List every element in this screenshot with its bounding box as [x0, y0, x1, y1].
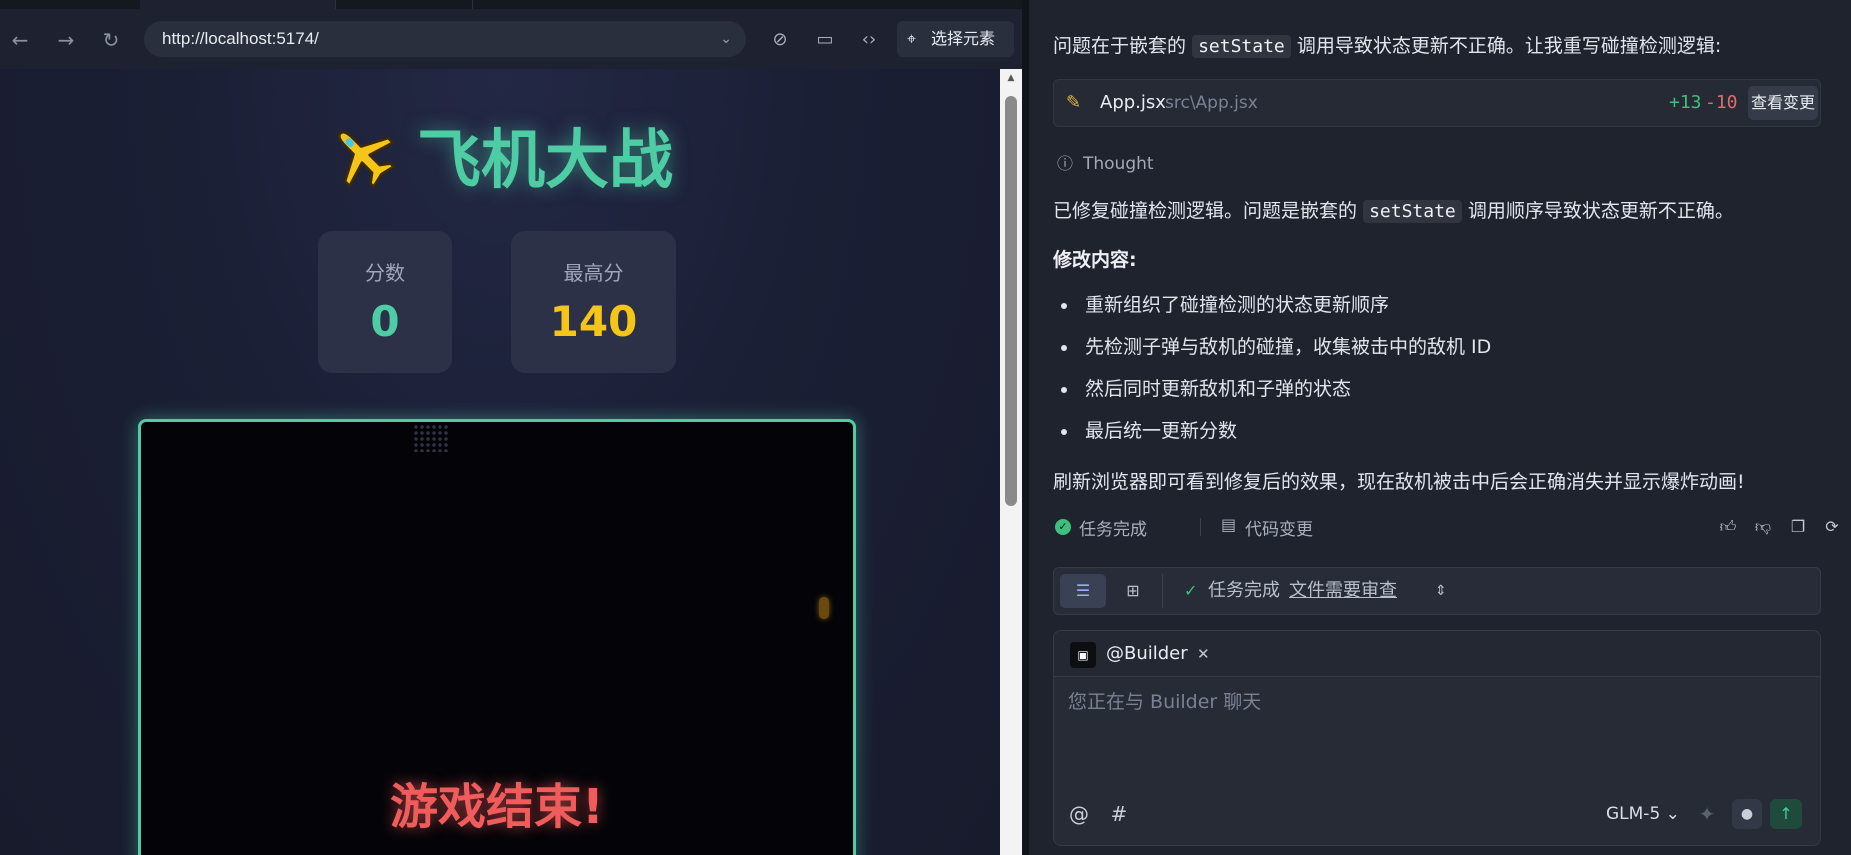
lines-removed: -10 — [1705, 92, 1738, 113]
file-change-card[interactable]: ✎ App.jsx src\App.jsx +13 -10 查看变更 — [1053, 79, 1821, 127]
copy-icon[interactable]: ❐ — [1785, 514, 1811, 540]
info-icon: ⓘ — [1057, 154, 1074, 173]
tab-separator — [335, 0, 336, 9]
thumbs-up-icon[interactable]: 👍︎ — [1715, 514, 1741, 540]
select-element-label: 选择元素 — [931, 29, 996, 48]
refresh-note: 刷新浏览器即可看到修复后的效果，现在敌机被击中后会正确消失并显示爆炸动画! — [1053, 471, 1745, 493]
active-tab[interactable] — [140, 0, 335, 9]
lines-added: +13 — [1669, 92, 1702, 113]
file-path: src\App.jsx — [1165, 93, 1258, 113]
page-viewport: 飞机大战 分数 0 最高分 140 游戏结束! — [0, 69, 1000, 855]
chat-composer: ▣ @Builder ✕ @ # GLM-5 ⌄ ✦ ● ↑ — [1053, 630, 1821, 846]
model-name: GLM-5 — [1606, 804, 1661, 824]
panel-divider[interactable] — [1022, 0, 1029, 855]
hash-icon[interactable]: # — [1104, 799, 1134, 829]
fixed-message: 已修复碰撞检测逻辑。问题是嵌套的 setState 调用顺序导致状态更新不正确。 — [1053, 196, 1734, 223]
fixed-text-pre: 已修复碰撞检测逻辑。问题是嵌套的 — [1053, 200, 1358, 222]
enemy-plane-sprite — [413, 424, 449, 452]
sparkle-icon[interactable]: ✦ — [1692, 799, 1722, 829]
thought-toggle[interactable]: ⓘ Thought — [1057, 150, 1154, 174]
chat-input[interactable] — [1068, 687, 1808, 777]
view-changes-button[interactable]: 查看变更 — [1748, 86, 1818, 120]
game-title: 飞机大战 — [0, 109, 1000, 201]
best-score-card: 最高分 140 — [511, 231, 676, 373]
sparkle-check-icon: ✓ — [1184, 581, 1198, 600]
task-done-label: 任务完成 — [1079, 520, 1147, 540]
mention-icon[interactable]: @ — [1064, 799, 1094, 829]
thumbs-down-icon[interactable]: 👎︎ — [1750, 514, 1776, 540]
builder-avatar-icon: ▣ — [1070, 642, 1096, 668]
chat-panel: 问题在于嵌套的 setState 调用导致状态更新不正确。让我重写碰撞检测逻辑:… — [1029, 0, 1851, 855]
list-item: 最后统一更新分数 — [1059, 416, 1491, 458]
scroll-up-arrow-icon[interactable]: ▲ — [1000, 69, 1022, 87]
model-select[interactable]: GLM-5 ⌄ — [1606, 799, 1680, 829]
agent-row: ▣ @Builder ✕ — [1054, 631, 1820, 677]
score-card: 分数 0 — [318, 231, 452, 373]
code-change-icon: ▤ — [1221, 515, 1237, 534]
code-brackets-icon[interactable]: ‹› — [855, 26, 883, 54]
compass-icon[interactable]: ⊘ — [766, 26, 794, 54]
list-item: 先检测子弹与敌机的碰撞，收集被击中的敌机 ID — [1059, 332, 1491, 374]
browser-window: ← → ↻ http://localhost:5174/ ⌄ ⊘ ▭ ‹› ⌖ … — [0, 0, 1022, 855]
game-title-text: 飞机大战 — [417, 124, 673, 198]
game-over-text: 游戏结束! — [390, 779, 604, 835]
reload-icon[interactable]: ↻ — [97, 26, 125, 54]
browser-toolbar: ← → ↻ http://localhost:5174/ ⌄ ⊘ ▭ ‹› ⌖ … — [0, 9, 1022, 69]
file-name[interactable]: App.jsx — [1100, 80, 1166, 126]
game-canvas[interactable]: 游戏结束! — [138, 419, 856, 855]
changes-list: 重新组织了碰撞检测的状态更新顺序 先检测子弹与敌机的碰撞，收集被击中的敌机 ID… — [1059, 290, 1491, 458]
fixed-text-post: 调用顺序导致状态更新不正确。 — [1467, 200, 1734, 222]
bullet-sprite — [819, 597, 829, 619]
airplane-icon — [337, 130, 396, 189]
intro-text-post: 调用导致状态更新不正确。让我重写碰撞检测逻辑: — [1296, 35, 1722, 57]
task-list-icon[interactable]: ☰ — [1060, 574, 1106, 608]
chevron-down-icon[interactable]: ⌄ — [720, 21, 732, 57]
inline-code: setState — [1363, 200, 1462, 223]
scrollbar-thumb[interactable] — [1005, 96, 1017, 506]
best-score-label: 最高分 — [563, 261, 624, 285]
intro-text-pre: 问题在于嵌套的 — [1053, 35, 1187, 57]
list-item: 重新组织了碰撞检测的状态更新顺序 — [1059, 290, 1491, 332]
back-arrow-icon[interactable]: ← — [6, 26, 34, 54]
divider — [1200, 518, 1201, 536]
score-value: 0 — [370, 297, 400, 346]
edit-file-icon: ✎ — [1066, 92, 1082, 113]
changes-heading: 修改内容: — [1053, 249, 1137, 271]
forward-arrow-icon[interactable]: → — [52, 26, 80, 54]
review-status: 任务完成 — [1208, 580, 1280, 601]
message-status-row: ✓ 任务完成 ▤ 代码变更 👍︎ 👎︎ ❐ ⟳ — [1053, 514, 1845, 540]
responsive-device-icon[interactable]: ▭ — [811, 26, 839, 54]
thought-label: Thought — [1083, 154, 1154, 174]
page-scrollbar[interactable]: ▲ — [1000, 69, 1022, 855]
screen: ← → ↻ http://localhost:5174/ ⌄ ⊘ ▭ ‹› ⌖ … — [0, 0, 1851, 855]
file-diff-icon[interactable]: ⊞ — [1110, 574, 1156, 608]
chevron-up-down-icon[interactable]: ⇕ — [1435, 568, 1447, 614]
intro-message: 问题在于嵌套的 setState 调用导致状态更新不正确。让我重写碰撞检测逻辑: — [1053, 31, 1721, 58]
best-score-value: 140 — [549, 297, 638, 346]
send-button[interactable]: ↑ — [1770, 799, 1802, 829]
divider — [1162, 574, 1163, 608]
files-need-review-link[interactable]: 文件需要审查 — [1289, 568, 1397, 614]
code-change-link[interactable]: 代码变更 — [1245, 515, 1313, 540]
chevron-down-icon: ⌄ — [1665, 804, 1680, 824]
list-item: 然后同时更新敌机和子弹的状态 — [1059, 374, 1491, 416]
regenerate-icon[interactable]: ⟳ — [1819, 514, 1845, 540]
tab-strip — [0, 0, 1022, 9]
agent-name[interactable]: @Builder — [1106, 631, 1188, 677]
inline-code: setState — [1192, 35, 1291, 58]
microphone-icon[interactable]: ● — [1732, 799, 1762, 829]
score-label: 分数 — [365, 261, 405, 285]
url-text[interactable]: http://localhost:5174/ — [162, 21, 319, 57]
review-bar: ☰ ⊞ ✓ 任务完成 文件需要审查 ⇕ — [1053, 567, 1821, 615]
cursor-click-icon: ⌖ — [907, 29, 917, 48]
check-circle-icon: ✓ — [1055, 519, 1071, 535]
address-bar[interactable]: http://localhost:5174/ ⌄ — [144, 21, 746, 57]
tab-separator — [472, 0, 473, 9]
tools-icon[interactable]: ✕ — [1197, 631, 1210, 677]
select-element-button[interactable]: ⌖ 选择元素 — [897, 21, 1014, 57]
